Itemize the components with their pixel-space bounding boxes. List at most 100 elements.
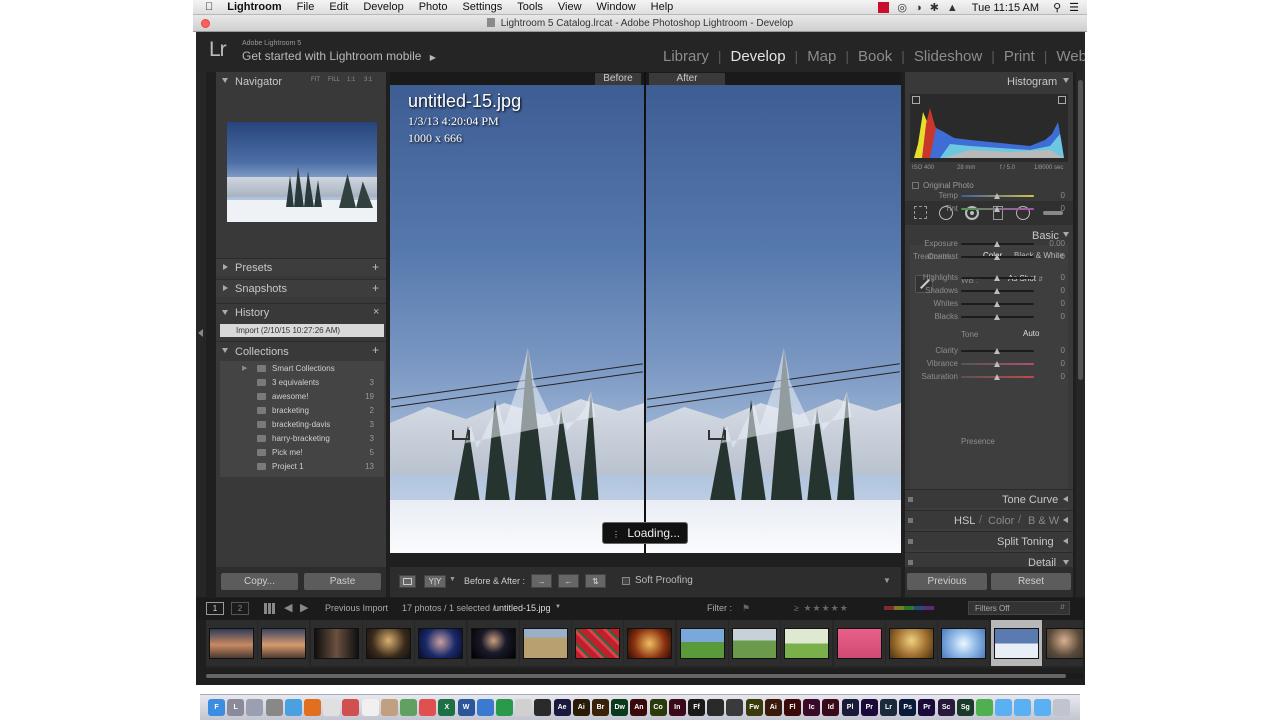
graph-icon[interactable]	[726, 699, 744, 716]
screen-1-button[interactable]: 1	[206, 602, 224, 615]
color-filter[interactable]	[884, 606, 934, 610]
menu-view[interactable]: View	[558, 1, 582, 13]
an-icon[interactable]: An	[630, 699, 648, 716]
histogram-header[interactable]: Histogram	[905, 72, 1073, 90]
scrollbar-thumb[interactable]	[1078, 80, 1083, 380]
ai-icon[interactable]: Ai	[764, 699, 782, 716]
highlight-clip-indicator[interactable]	[1058, 96, 1066, 104]
br-icon[interactable]: Br	[592, 699, 609, 716]
swap-before-after-button[interactable]: ⇅	[585, 574, 606, 588]
thumbnail-sunset-beach[interactable]	[209, 628, 254, 659]
filmstrip-cell[interactable]	[676, 620, 728, 666]
slider-value[interactable]: 0	[1061, 372, 1065, 381]
mobile-prompt-text[interactable]: Get started with Lightroom mobile	[242, 49, 421, 63]
filmstrip-cell[interactable]	[781, 620, 833, 666]
id-icon[interactable]: Id	[822, 699, 840, 716]
apple-icon[interactable]: 	[205, 1, 213, 13]
anchor-icon[interactable]	[707, 699, 725, 716]
filmstrip-cell[interactable]	[310, 620, 362, 666]
wifi-icon[interactable]: ◎	[897, 1, 907, 14]
thumbnail-pink-card[interactable]	[836, 628, 882, 659]
hsl-header[interactable]: HSL / Color / B & W	[905, 510, 1073, 529]
filmstrip-cell[interactable]	[729, 620, 780, 666]
zoom-3-1[interactable]: 3:1	[364, 77, 372, 83]
histogram-chart[interactable]	[910, 94, 1068, 162]
hsl-bw-tab[interactable]: B & W	[1028, 515, 1059, 527]
slider-thumb[interactable]	[994, 314, 1000, 320]
menu-edit[interactable]: Edit	[329, 1, 348, 13]
adobe-icon[interactable]	[878, 2, 890, 13]
forward-arrow-icon[interactable]: ▶	[300, 601, 308, 614]
thumbnail-blue-sky-ball[interactable]	[941, 628, 987, 659]
system-prefs-icon[interactable]	[265, 699, 283, 716]
crop-tool-icon[interactable]	[914, 206, 927, 219]
back-arrow-icon[interactable]: ◀	[284, 601, 292, 614]
split-toning-header[interactable]: Split Toning	[905, 531, 1073, 550]
slider-value[interactable]: 0	[1061, 191, 1065, 200]
selected-file-dropdown-icon[interactable]: ▼	[555, 604, 561, 610]
dw-icon[interactable]: Dw	[611, 699, 629, 716]
zoom-fit[interactable]: FIT	[311, 77, 320, 83]
pl-icon[interactable]: Pl	[841, 699, 859, 716]
ical-icon[interactable]	[419, 699, 437, 716]
launchpad-icon[interactable]: L	[227, 699, 245, 716]
app-store-icon[interactable]	[246, 699, 264, 716]
module-web[interactable]: Web	[1056, 48, 1085, 65]
screen-2-button[interactable]: 2	[231, 602, 249, 615]
numbers-icon[interactable]	[496, 699, 513, 716]
zoom-fill[interactable]: FILL	[328, 77, 340, 83]
sc-icon[interactable]: Sc	[937, 699, 955, 716]
filmstrip-cell[interactable]	[885, 620, 937, 666]
module-develop[interactable]: Develop	[731, 48, 786, 65]
copy-button[interactable]: Copy...	[221, 573, 298, 590]
slider-value[interactable]: 0	[1061, 273, 1065, 282]
finder-icon[interactable]: F	[208, 699, 225, 716]
filmstrip-cell[interactable]	[519, 620, 571, 666]
collection-item[interactable]: Project 1 13	[220, 460, 384, 474]
word-icon[interactable]: W	[457, 699, 475, 716]
filmstrip-cell[interactable]	[415, 620, 467, 666]
menu-window[interactable]: Window	[597, 1, 636, 13]
thumbnail-portrait-blue[interactable]	[418, 628, 464, 659]
thumbnail-green-hills[interactable]	[732, 628, 777, 659]
collection-item[interactable]: bracketing-davis 3	[220, 418, 384, 432]
soft-proofing-checkbox[interactable]	[622, 577, 630, 585]
filmstrip-cell[interactable]	[990, 620, 1042, 666]
source-label[interactable]: Previous Import	[325, 603, 388, 613]
grid-view-icon[interactable]	[264, 603, 275, 614]
menu-app-name[interactable]: Lightroom	[227, 1, 281, 13]
slider-thumb[interactable]	[994, 301, 1000, 307]
filmstrip-cell[interactable]	[833, 620, 885, 666]
thumbnail-snowy-trees[interactable]	[993, 628, 1039, 659]
menu-file[interactable]: File	[297, 1, 315, 13]
calendar-icon[interactable]	[361, 699, 379, 716]
filmstrip-cell[interactable]	[1042, 620, 1083, 666]
scrollbar-thumb[interactable]	[206, 674, 1066, 678]
folder-icon[interactable]	[1014, 699, 1032, 716]
original-photo-checkbox[interactable]	[912, 182, 919, 189]
clock[interactable]: Tue 11:15 AM	[972, 2, 1039, 14]
filmstrip-cell[interactable]	[258, 620, 310, 666]
collection-item[interactable]: 3 equivalents 3	[220, 376, 384, 390]
thumbnail-green-meadow[interactable]	[784, 628, 830, 659]
filmstrip-scrollbar[interactable]	[206, 673, 1083, 679]
snapshots-header[interactable]: Snapshots +	[216, 279, 386, 297]
trash-icon[interactable]	[1052, 699, 1070, 716]
ff-icon[interactable]: Ff	[688, 699, 705, 716]
contacts-icon[interactable]	[380, 699, 398, 716]
detail-header[interactable]: Detail	[905, 552, 1073, 567]
slider-thumb[interactable]	[994, 288, 1000, 294]
slider-thumb[interactable]	[994, 348, 1000, 354]
ic-icon[interactable]: Ic	[803, 699, 821, 716]
slider-value[interactable]: 0	[1061, 286, 1065, 295]
slider-thumb[interactable]	[994, 206, 1000, 212]
bluetooth-icon[interactable]: ✱	[930, 1, 939, 14]
thumbnail-red-flowers[interactable]	[575, 628, 621, 659]
in-icon[interactable]: In	[668, 699, 686, 716]
filmstrip-cell[interactable]	[362, 620, 414, 666]
panel-switch-icon[interactable]	[908, 560, 913, 565]
search-icon[interactable]: ⚲	[1053, 1, 1061, 14]
slider-value[interactable]: 0	[1061, 359, 1065, 368]
pr-icon[interactable]: Pr	[860, 699, 878, 716]
volume-icon[interactable]: ▲	[947, 2, 958, 14]
